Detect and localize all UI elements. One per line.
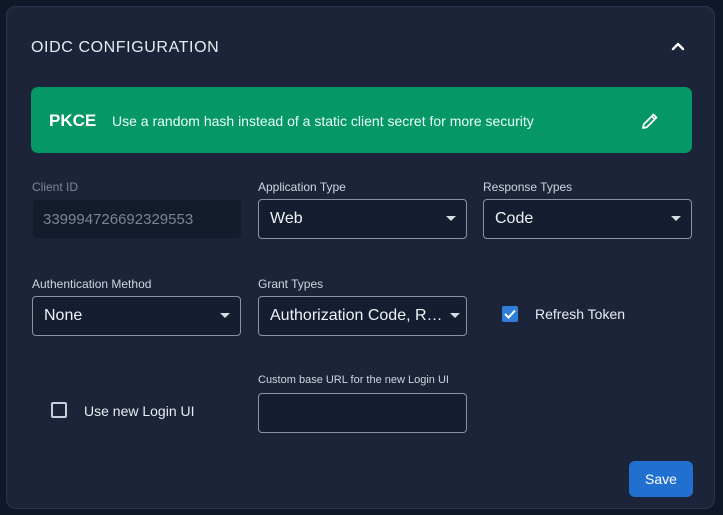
response-types-select[interactable]: Code — [483, 199, 692, 239]
auth-method-label: Authentication Method — [32, 277, 152, 291]
use-new-login-checkbox[interactable] — [51, 402, 67, 418]
application-type-select[interactable]: Web — [258, 199, 467, 239]
use-new-login-label: Use new Login UI — [84, 403, 195, 419]
caret-down-icon — [436, 216, 466, 222]
auth-method-select[interactable]: None — [32, 296, 241, 336]
caret-down-icon — [210, 313, 240, 319]
response-types-label: Response Types — [483, 180, 573, 194]
collapse-button[interactable] — [667, 35, 689, 57]
pkce-description: Use a random hash instead of a static cl… — [112, 113, 534, 129]
grant-types-label: Grant Types — [258, 277, 324, 291]
chevron-up-icon — [671, 42, 685, 51]
refresh-token-checkbox[interactable] — [502, 306, 518, 322]
client-id-value: 339994726692329553 — [43, 210, 194, 228]
edit-button[interactable] — [638, 109, 662, 133]
pkce-banner: PKCE Use a random hash instead of a stat… — [31, 87, 692, 153]
auth-method-value: None — [44, 307, 83, 324]
save-button[interactable]: Save — [629, 461, 693, 497]
application-type-label: Application Type — [258, 180, 346, 194]
caret-down-icon — [444, 313, 466, 319]
section-title: OIDC CONFIGURATION — [31, 39, 220, 56]
response-types-value: Code — [495, 210, 534, 227]
grant-types-value: Authorization Code, Re... — [270, 307, 444, 324]
custom-base-url-input[interactable] — [258, 393, 467, 433]
application-type-value: Web — [270, 210, 303, 227]
custom-base-url-label: Custom base URL for the new Login UI — [258, 374, 449, 386]
check-icon — [504, 309, 516, 319]
client-id-label: Client ID — [32, 180, 79, 194]
pkce-title: PKCE — [49, 111, 97, 130]
pencil-icon — [642, 113, 658, 129]
caret-down-icon — [661, 216, 691, 222]
client-id-field: 339994726692329553 — [33, 200, 241, 238]
refresh-token-label: Refresh Token — [535, 306, 626, 322]
grant-types-select[interactable]: Authorization Code, Re... — [258, 296, 467, 336]
oidc-config-panel: OIDC CONFIGURATION PKCE Use a random has… — [6, 6, 715, 509]
